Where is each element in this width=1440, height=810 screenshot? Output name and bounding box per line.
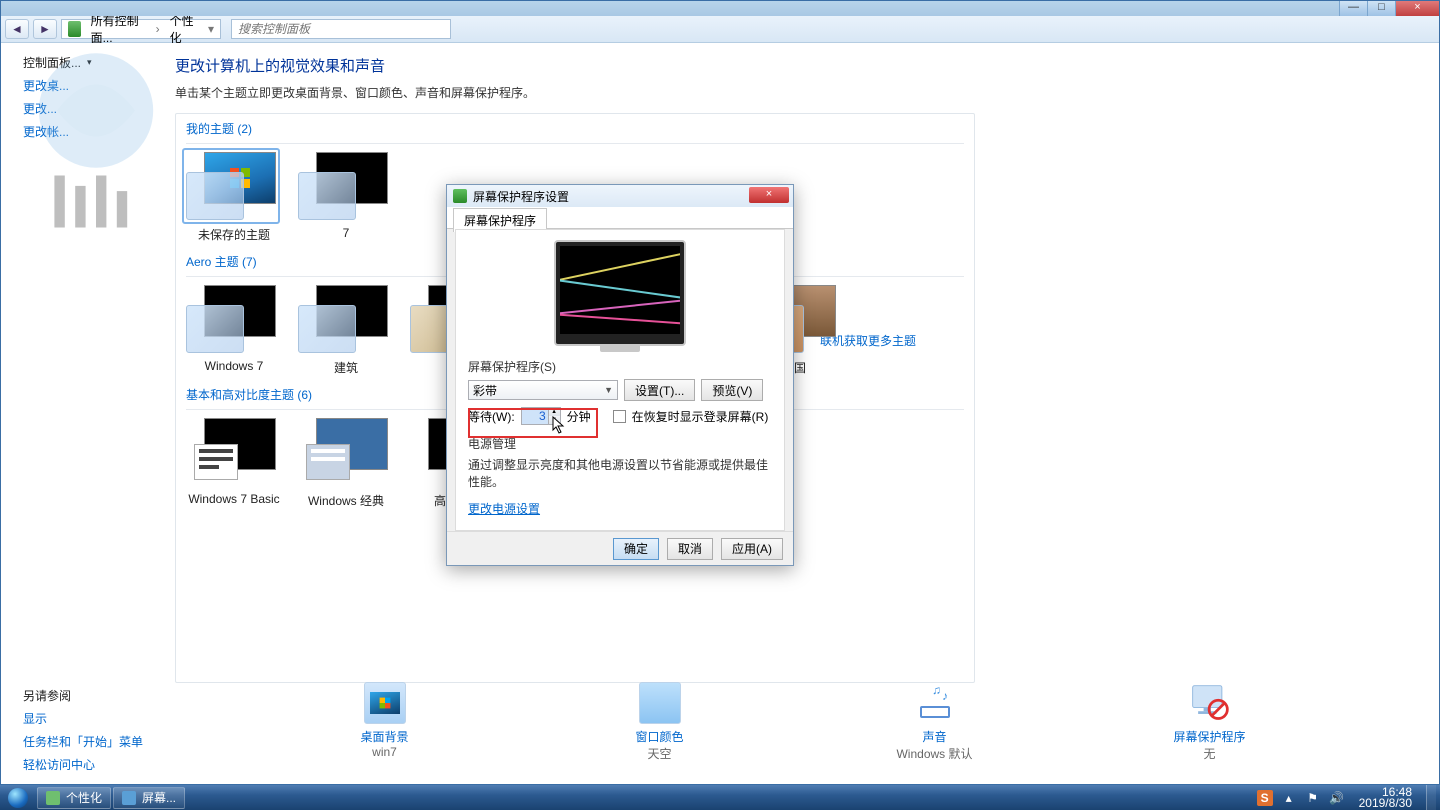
theme-unsaved[interactable]: 未保存的主题 (186, 152, 282, 243)
screensaver-section-label: 屏幕保护程序(S) (468, 358, 772, 375)
search-box[interactable] (231, 19, 451, 39)
navbar: ◄ ► 所有控制面... › 个性化 ▾ (1, 16, 1439, 43)
sidebar-link-account[interactable]: 更改帐... (1, 120, 167, 143)
tile-screensaver[interactable]: 屏幕保护程序 无 (1135, 682, 1285, 762)
titlebar[interactable]: — □ × (1, 1, 1439, 16)
tray-flag-icon[interactable]: ⚑ (1305, 790, 1321, 806)
app-icon (46, 791, 60, 805)
screensaver-dialog: 屏幕保护程序设置 × 屏幕保护程序 屏幕保护程序(S) 彩带▼ 设置(T)...… (446, 184, 794, 566)
svg-text:♪: ♪ (942, 689, 948, 703)
spin-up[interactable]: ▲ (548, 408, 560, 416)
show-desktop-button[interactable] (1426, 785, 1436, 810)
dialog-icon (453, 189, 467, 203)
apply-button[interactable]: 应用(A) (721, 538, 783, 560)
window-color-icon (639, 682, 681, 724)
tray-up-icon[interactable]: ▴ (1281, 790, 1297, 806)
tile-window-color[interactable]: 窗口颜色 天空 (585, 682, 735, 762)
tray-clock[interactable]: 16:482019/8/30 (1353, 787, 1418, 809)
spin-down[interactable]: ▼ (548, 416, 560, 424)
power-text: 通过调整显示亮度和其他电源设置以节省能源或提供最佳性能。 (468, 456, 772, 490)
resume-label: 在恢复时显示登录屏幕(R) (632, 408, 769, 425)
sound-icon: ♪♫ (914, 682, 956, 724)
dialog-titlebar[interactable]: 屏幕保护程序设置 × (447, 185, 793, 207)
control-panel-icon (68, 21, 81, 37)
dialog-close-button[interactable]: × (749, 187, 789, 203)
footer-tiles: 桌面背景 win7 窗口颜色 天空 ♪♫ 声音 Windows 默认 (247, 682, 1347, 772)
system-tray: S ▴ ⚑ 🔊 16:482019/8/30 (1253, 785, 1440, 810)
content-area: 更改计算机上的视觉效果和声音 单击某个主题立即更改桌面背景、窗口颜色、声音和屏幕… (167, 43, 1439, 784)
taskbar-app-screensaver[interactable]: 屏幕... (113, 787, 185, 809)
resume-checkbox[interactable] (613, 410, 626, 423)
breadcrumb-dropdown[interactable]: ▾ (204, 22, 218, 36)
theme-architecture[interactable]: 建筑 (298, 285, 394, 376)
dialog-footer: 确定 取消 应用(A) (447, 531, 793, 565)
screensaver-preview (554, 240, 686, 346)
start-button[interactable] (0, 785, 36, 810)
power-section-label: 电源管理 (468, 435, 772, 452)
sidebar-link-taskbar[interactable]: 任务栏和「开始」菜单 (1, 730, 167, 753)
tile-desktop-background[interactable]: 桌面背景 win7 (310, 682, 460, 759)
preview-button[interactable]: 预览(V) (701, 379, 763, 401)
wait-label: 等待(W): (468, 408, 515, 425)
ok-button[interactable]: 确定 (613, 538, 659, 560)
my-themes-header: 我的主题 (2) (186, 120, 964, 137)
maximize-button[interactable]: □ (1367, 1, 1395, 16)
sidebar-link-ease[interactable]: 轻松访问中心 (1, 753, 167, 776)
breadcrumb[interactable]: 所有控制面... › 个性化 ▾ (61, 19, 221, 39)
back-button[interactable]: ◄ (5, 19, 29, 39)
theme-windows7[interactable]: Windows 7 (186, 285, 282, 376)
search-input[interactable] (232, 20, 450, 38)
theme-win7-basic[interactable]: Windows 7 Basic (186, 418, 282, 509)
sidebar-link-change[interactable]: 更改... (1, 97, 167, 120)
minimize-button[interactable]: — (1339, 1, 1367, 16)
dialog-title: 屏幕保护程序设置 (473, 188, 569, 205)
close-button[interactable]: × (1395, 1, 1439, 16)
page-title: 更改计算机上的视觉效果和声音 (175, 55, 1391, 76)
sidebar: 控制面板...▾ 更改桌... 更改... 更改帐... 另请参阅 显示 任务栏… (1, 43, 167, 784)
wait-unit: 分钟 (567, 408, 591, 425)
tray-ime-icon[interactable]: S (1257, 790, 1273, 806)
tile-sound[interactable]: ♪♫ 声音 Windows 默认 (860, 682, 1010, 762)
settings-button[interactable]: 设置(T)... (624, 379, 695, 401)
page-subtitle: 单击某个主题立即更改桌面背景、窗口颜色、声音和屏幕保护程序。 (175, 84, 1391, 101)
screensaver-icon (1189, 682, 1231, 724)
see-also-header: 另请参阅 (1, 684, 167, 707)
tray-volume-icon[interactable]: 🔊 (1329, 790, 1345, 806)
wait-input[interactable] (522, 408, 548, 424)
forward-button[interactable]: ► (33, 19, 57, 39)
breadcrumb-item-personalize[interactable]: 个性化 (164, 12, 204, 46)
change-power-link[interactable]: 更改电源设置 (468, 502, 540, 516)
taskbar-app-personalize[interactable]: 个性化 (37, 787, 111, 809)
dialog-body: 屏幕保护程序(S) 彩带▼ 设置(T)... 预览(V) 等待(W): ▲▼ 分… (455, 229, 785, 531)
sidebar-link-desktop[interactable]: 更改桌... (1, 74, 167, 97)
chevron-down-icon: ▼ (604, 385, 613, 395)
screensaver-combobox[interactable]: 彩带▼ (468, 380, 618, 400)
theme-classic[interactable]: Windows 经典 (298, 418, 394, 509)
theme-7[interactable]: 7 (298, 152, 394, 243)
sidebar-link-display[interactable]: 显示 (1, 707, 167, 730)
svg-text:♫: ♫ (932, 683, 941, 697)
app-icon (122, 791, 136, 805)
taskbar[interactable]: 个性化 屏幕... S ▴ ⚑ 🔊 16:482019/8/30 (0, 785, 1440, 810)
breadcrumb-item-all[interactable]: 所有控制面... (85, 12, 152, 46)
cancel-button[interactable]: 取消 (667, 538, 713, 560)
sidebar-header[interactable]: 控制面板...▾ (1, 51, 167, 74)
desktop-bg-icon (364, 682, 406, 724)
wait-spinner[interactable]: ▲▼ (521, 407, 561, 425)
dialog-tabstrip: 屏幕保护程序 (447, 207, 793, 229)
